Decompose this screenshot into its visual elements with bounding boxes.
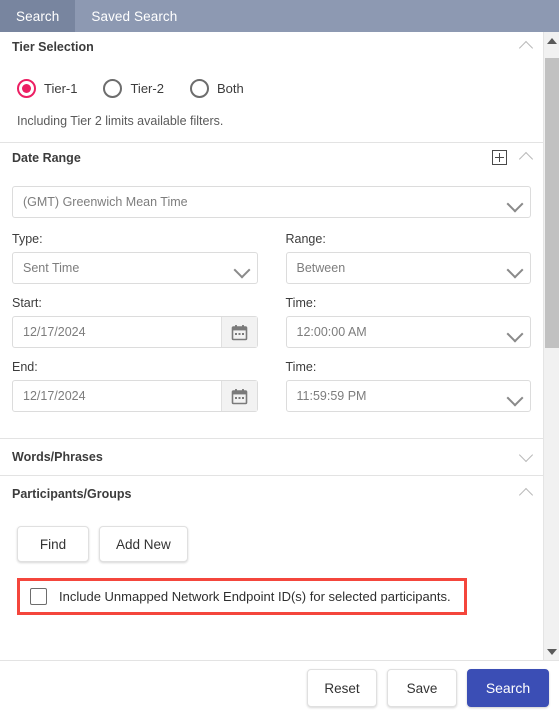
save-button[interactable]: Save: [387, 669, 457, 707]
footer-action-bar: Reset Save Search: [0, 660, 559, 715]
tab-saved-search[interactable]: Saved Search: [75, 0, 193, 32]
chevron-down-icon[interactable]: [500, 317, 530, 347]
chevron-down-icon[interactable]: [517, 448, 535, 466]
panel-header-date-range[interactable]: Date Range: [0, 143, 543, 172]
label-end-time: Time:: [285, 360, 317, 374]
end-date-value: 12/17/2024: [23, 389, 86, 403]
end-time-select[interactable]: 11:59:59 PM: [285, 380, 531, 412]
panel-body-participants-groups: Find Add New Include Unmapped Network En…: [0, 512, 543, 615]
panel-header-participants-groups[interactable]: Participants/Groups: [0, 476, 543, 512]
radio-item-tier-1[interactable]: Tier-1: [17, 79, 77, 98]
chevron-down-icon[interactable]: [227, 253, 257, 283]
chevron-up-icon[interactable]: [517, 485, 535, 503]
scrollbar-thumb[interactable]: [545, 58, 559, 348]
label-start-time: Time:: [285, 296, 317, 310]
panel-tools-date-range: [492, 143, 535, 172]
include-unmapped-label: Include Unmapped Network Endpoint ID(s) …: [59, 589, 451, 604]
type-value: Sent Time: [23, 261, 80, 275]
radio-both[interactable]: [189, 79, 209, 98]
chevron-down-icon[interactable]: [500, 187, 530, 217]
panel-title-date-range: Date Range: [12, 150, 81, 165]
plus-square-icon[interactable]: [492, 150, 507, 165]
include-unmapped-row[interactable]: Include Unmapped Network Endpoint ID(s) …: [17, 578, 467, 615]
chevron-down-icon[interactable]: [500, 381, 530, 411]
panel-header-tier-selection[interactable]: Tier Selection: [0, 32, 543, 61]
tier-selection-hint: Including Tier 2 limits available filter…: [17, 114, 224, 128]
vertical-scrollbar[interactable]: [543, 32, 559, 660]
calendar-icon[interactable]: [220, 317, 257, 347]
radio-label-both: Both: [216, 81, 244, 96]
scroll-up-arrow-icon[interactable]: [544, 32, 559, 49]
add-new-button[interactable]: Add New: [99, 526, 188, 562]
chevron-up-icon[interactable]: [517, 38, 535, 56]
end-date-input[interactable]: 12/17/2024: [12, 380, 258, 412]
panel-participants-groups: Participants/Groups Find Add New Include…: [0, 476, 543, 615]
search-form-scroll-area: Tier Selection Tier-1 Tier-2 Both Includ…: [0, 32, 543, 660]
label-range: Range:: [285, 232, 326, 246]
chevron-down-icon[interactable]: [500, 253, 530, 283]
start-time-value: 12:00:00 AM: [296, 325, 367, 339]
date-range-fields: Type: Sent Time Range: Between Start: 12…: [12, 218, 531, 424]
reset-button[interactable]: Reset: [307, 669, 377, 707]
tab-saved-search-label: Saved Search: [91, 8, 178, 24]
start-date-input[interactable]: 12/17/2024: [12, 316, 258, 348]
panel-title-tier-selection: Tier Selection: [12, 39, 94, 54]
panel-tier-selection: Tier Selection Tier-1 Tier-2 Both Includ…: [0, 32, 543, 143]
panel-tools-words-phrases: [517, 439, 535, 475]
label-end: End:: [12, 360, 38, 374]
scroll-down-arrow-icon[interactable]: [544, 643, 559, 660]
field-type: Type: Sent Time: [12, 232, 258, 284]
radio-label-tier-2: Tier-2: [130, 81, 164, 96]
tier-radio-group: Tier-1 Tier-2 Both: [12, 61, 531, 98]
timezone-row: (GMT) Greenwich Mean Time: [12, 172, 531, 218]
chevron-up-icon[interactable]: [517, 149, 535, 167]
field-end-date: End: 12/17/2024: [12, 360, 258, 412]
range-value: Between: [296, 261, 346, 275]
radio-tier-1[interactable]: [17, 79, 36, 98]
tab-search-label: Search: [16, 8, 60, 24]
start-time-select[interactable]: 12:00:00 AM: [285, 316, 531, 348]
panel-body-tier-selection: Tier-1 Tier-2 Both Including Tier 2 limi…: [0, 61, 543, 142]
field-end-time: Time: 11:59:59 PM: [285, 360, 531, 412]
panel-title-words-phrases: Words/Phrases: [12, 450, 103, 464]
panel-words-phrases: Words/Phrases: [0, 439, 543, 476]
panel-tools-participants-groups: [517, 476, 535, 512]
include-unmapped-checkbox[interactable]: [30, 588, 47, 605]
include-unmapped-highlight: Include Unmapped Network Endpoint ID(s) …: [12, 578, 531, 615]
tab-search[interactable]: Search: [0, 0, 76, 32]
radio-tier-2[interactable]: [103, 79, 123, 98]
panel-date-range: Date Range (GMT) Greenwich Mean Time Typ…: [0, 143, 543, 439]
label-start: Start:: [12, 296, 42, 310]
range-select[interactable]: Between: [285, 252, 531, 284]
timezone-value: (GMT) Greenwich Mean Time: [23, 195, 188, 209]
tab-bar: Search Saved Search: [0, 0, 559, 32]
search-panel-window: Search Saved Search Tier Selection Tier-…: [0, 0, 559, 715]
label-type: Type:: [12, 232, 43, 246]
type-select[interactable]: Sent Time: [12, 252, 258, 284]
field-start-time: Time: 12:00:00 AM: [285, 296, 531, 348]
participants-action-buttons: Find Add New: [12, 512, 531, 576]
start-date-value: 12/17/2024: [23, 325, 86, 339]
find-button[interactable]: Find: [17, 526, 89, 562]
panel-title-participants-groups: Participants/Groups: [12, 487, 132, 501]
radio-item-tier-2[interactable]: Tier-2: [103, 79, 164, 98]
panel-tools-tier-selection: [517, 32, 535, 61]
end-time-value: 11:59:59 PM: [296, 389, 367, 403]
panel-header-words-phrases[interactable]: Words/Phrases: [0, 439, 543, 475]
timezone-select[interactable]: (GMT) Greenwich Mean Time: [12, 186, 531, 218]
search-button[interactable]: Search: [467, 669, 549, 707]
field-start-date: Start: 12/17/2024: [12, 296, 258, 348]
radio-item-both[interactable]: Both: [189, 79, 244, 98]
calendar-icon[interactable]: [220, 381, 257, 411]
radio-label-tier-1: Tier-1: [44, 81, 78, 96]
field-range: Range: Between: [285, 232, 531, 284]
panel-body-date-range: (GMT) Greenwich Mean Time Type: Sent Tim…: [0, 172, 543, 438]
